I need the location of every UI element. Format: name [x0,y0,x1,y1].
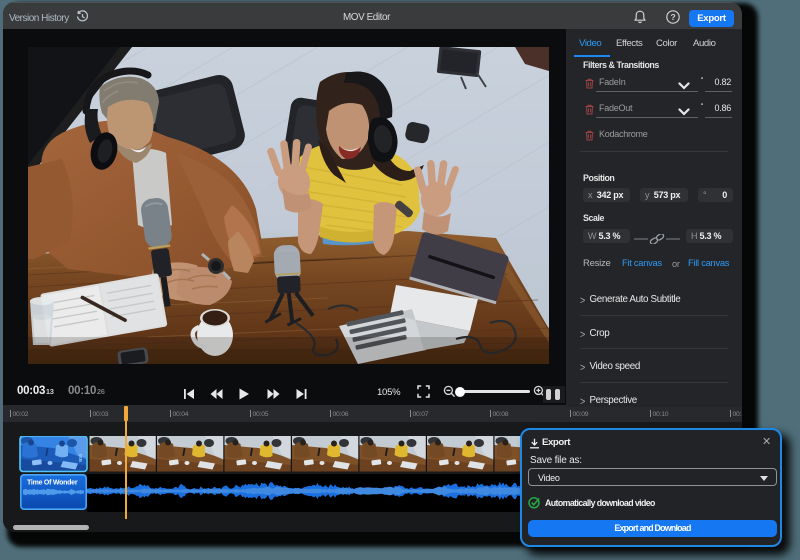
svg-text:?: ? [671,12,676,22]
svg-text:Time Of Wonder: Time Of Wonder [27,480,78,487]
svg-text:0:05: 0:05 [78,454,83,463]
